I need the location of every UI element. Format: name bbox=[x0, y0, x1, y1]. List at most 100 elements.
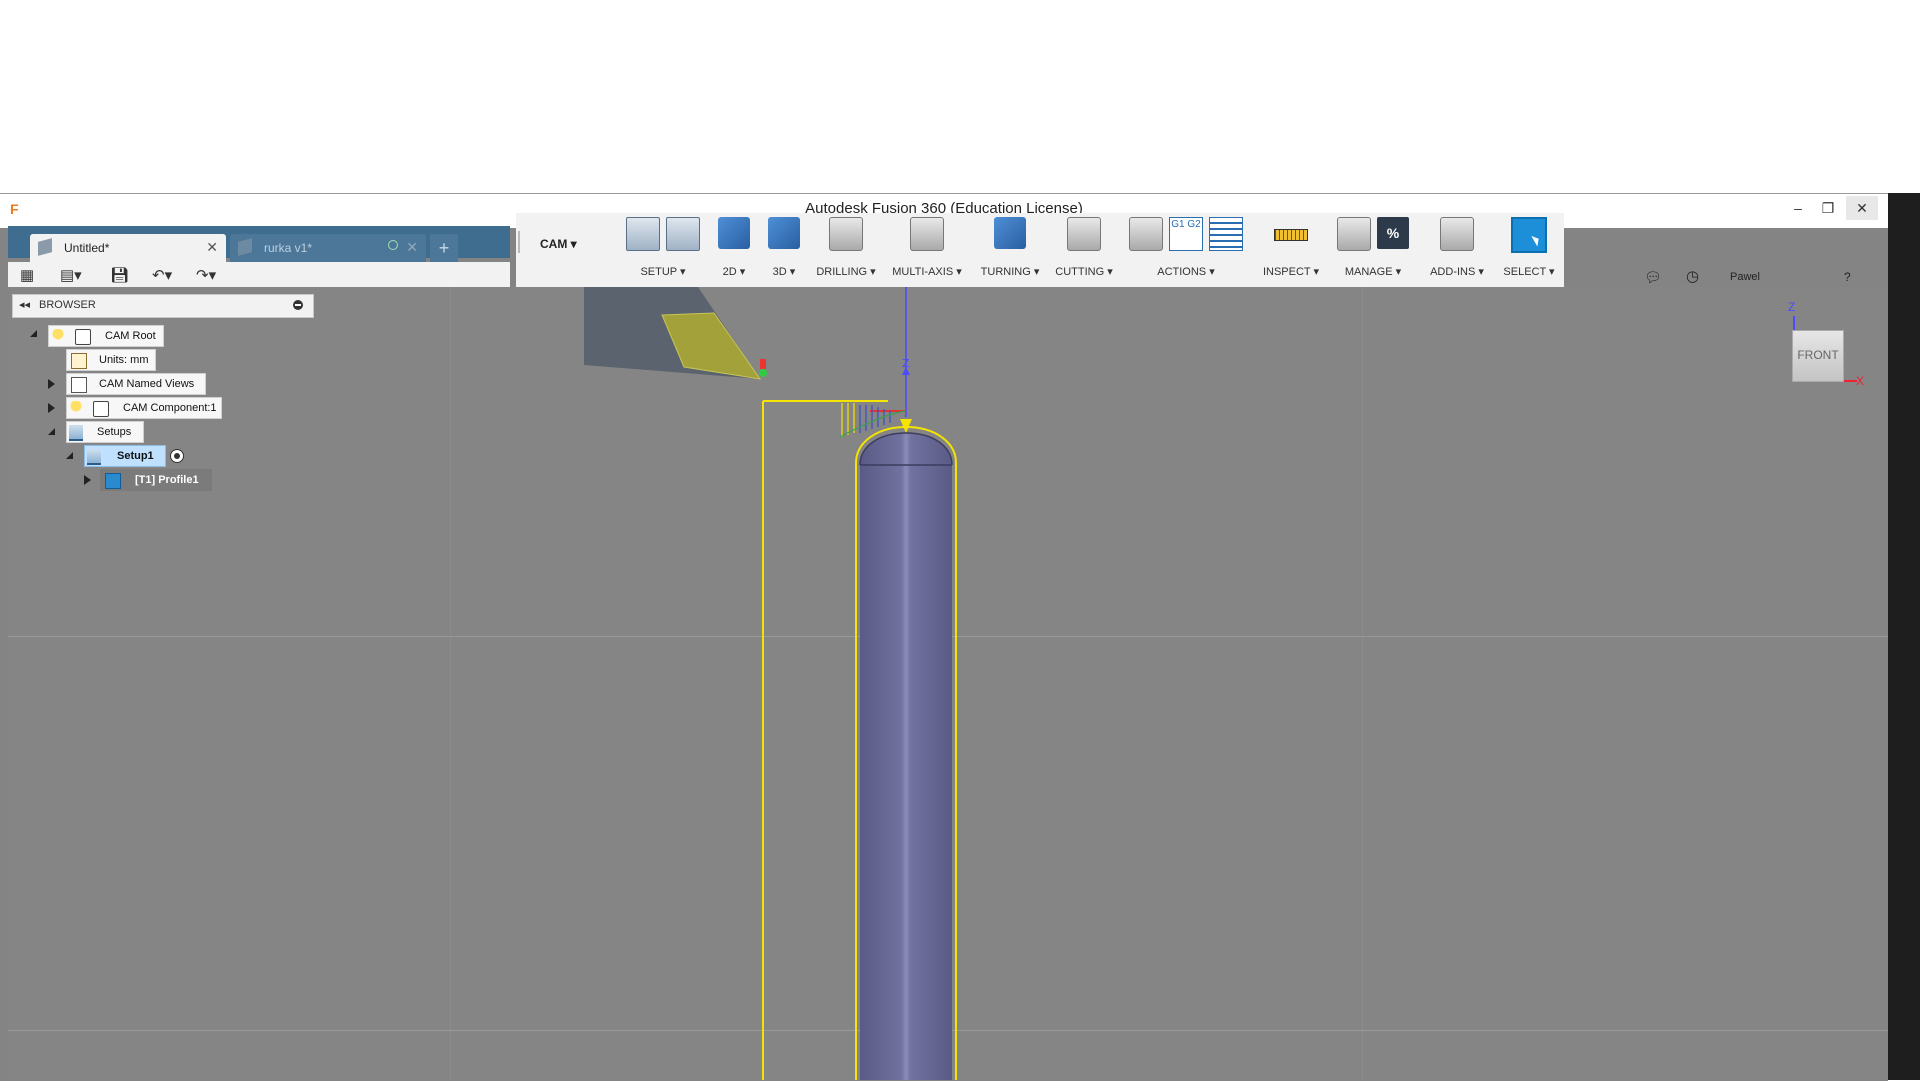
ribbon-group-turning[interactable]: TURNING ▾ bbox=[978, 213, 1042, 287]
tool-library-icon[interactable] bbox=[1337, 217, 1371, 251]
visibility-bulb-icon[interactable] bbox=[51, 329, 65, 343]
collapse-browser-icon[interactable]: ◂◂ bbox=[19, 298, 30, 311]
ribbon-group-drilling[interactable]: DRILLING ▾ bbox=[816, 213, 876, 287]
multi-axis-icon[interactable] bbox=[910, 217, 944, 251]
maximize-button[interactable]: ❐ bbox=[1812, 196, 1844, 220]
part-body bbox=[860, 433, 952, 1080]
multi-axis-menu-label[interactable]: MULTI-AXIS ▾ bbox=[888, 265, 966, 278]
tree-node-cam-component[interactable]: CAM Component:1 bbox=[66, 397, 222, 419]
manage-menu-label[interactable]: MANAGE ▾ bbox=[1334, 265, 1412, 278]
tab-band bbox=[8, 33, 1888, 81]
new-tab-button[interactable]: + bbox=[430, 234, 458, 262]
tab-label: Untitled* bbox=[64, 241, 110, 255]
ribbon-group-manage[interactable]: % MANAGE ▾ bbox=[1334, 213, 1412, 287]
redo-icon[interactable]: ↷▾ bbox=[196, 266, 216, 286]
2d-menu-label[interactable]: 2D ▾ bbox=[714, 265, 754, 278]
turning-profile-icon[interactable] bbox=[994, 217, 1026, 249]
viewcube-z-label: Z bbox=[1788, 300, 1796, 314]
ribbon-group-multi-axis[interactable]: MULTI-AXIS ▾ bbox=[888, 213, 966, 287]
ribbon-group-select[interactable]: SELECT ▾ bbox=[1498, 213, 1560, 287]
expand-profile-icon[interactable] bbox=[84, 475, 91, 485]
expand-setup1-icon[interactable] bbox=[66, 452, 73, 459]
setup-menu-label[interactable]: SETUP ▾ bbox=[622, 265, 704, 278]
select-window-icon[interactable] bbox=[1511, 217, 1547, 253]
tree-node-named-views[interactable]: CAM Named Views bbox=[66, 373, 206, 395]
tree-node-profile1[interactable]: [T1] Profile1 bbox=[100, 469, 212, 491]
close-window-button[interactable]: ✕ bbox=[1846, 196, 1878, 220]
workspace-label: CAM bbox=[540, 237, 568, 251]
3d-viewport[interactable]: Z bbox=[8, 287, 1888, 1080]
tree-node-setup1[interactable]: Setup1 bbox=[84, 445, 166, 467]
component-icon bbox=[93, 401, 109, 417]
minimize-button[interactable]: – bbox=[1782, 196, 1814, 220]
browser-options-icon[interactable] bbox=[293, 300, 303, 310]
sync-status-icon bbox=[388, 240, 398, 250]
viewcube-face-label: FRONT bbox=[1797, 348, 1839, 362]
tree-node-setups[interactable]: Setups bbox=[66, 421, 144, 443]
comments-icon[interactable]: 💬︎ bbox=[1644, 266, 1662, 288]
undo-icon[interactable]: ↶▾ bbox=[152, 266, 172, 286]
tree-node-cam-root[interactable]: CAM Root bbox=[48, 325, 164, 347]
ribbon-group-inspect[interactable]: INSPECT ▾ bbox=[1258, 213, 1324, 287]
workspace-switcher[interactable]: CAM ▾ bbox=[540, 237, 577, 251]
triad-z-label: Z bbox=[902, 357, 910, 370]
3d-menu-label[interactable]: 3D ▾ bbox=[764, 265, 804, 278]
ribbon-group-setup[interactable]: SETUP ▾ bbox=[622, 213, 704, 287]
actions-menu-label[interactable]: ACTIONS ▾ bbox=[1124, 265, 1248, 278]
visibility-bulb-icon[interactable] bbox=[69, 401, 83, 415]
3d-adaptive-icon[interactable] bbox=[768, 217, 800, 249]
select-menu-label[interactable]: SELECT ▾ bbox=[1498, 265, 1560, 278]
expand-setups-icon[interactable] bbox=[48, 428, 55, 435]
expand-component-icon[interactable] bbox=[48, 403, 55, 413]
inspect-menu-label[interactable]: INSPECT ▾ bbox=[1258, 265, 1324, 278]
browser-panel-header[interactable]: ◂◂ BROWSER bbox=[12, 294, 314, 318]
ribbon-group-add-ins[interactable]: ADD-INS ▾ bbox=[1424, 213, 1490, 287]
user-account-menu[interactable]: Pawel Kwiecien ▾ bbox=[1730, 266, 1774, 327]
close-tab-icon[interactable]: ✕ bbox=[406, 239, 418, 256]
drill-icon[interactable] bbox=[829, 217, 863, 251]
component-icon bbox=[75, 329, 91, 345]
ribbon-group-2d[interactable]: 2D ▾ bbox=[714, 213, 754, 287]
cam-scene: Z bbox=[584, 287, 957, 1080]
setup-folder-icon[interactable] bbox=[626, 217, 660, 251]
setup-sheet-list-icon[interactable] bbox=[1209, 217, 1243, 251]
tree-node-label: CAM Component:1 bbox=[123, 402, 217, 414]
expand-cam-root-icon[interactable] bbox=[30, 330, 37, 337]
help-menu[interactable]: ? ▾ bbox=[1844, 266, 1851, 306]
document-icon bbox=[238, 238, 252, 256]
save-icon[interactable]: 💾︎ bbox=[110, 266, 129, 286]
tab-label: rurka v1* bbox=[264, 241, 313, 255]
add-ins-menu-label[interactable]: ADD-INS ▾ bbox=[1424, 265, 1490, 278]
cutting-tool-icon[interactable] bbox=[1067, 217, 1101, 251]
tab-untitled[interactable]: Untitled* ✕ bbox=[30, 234, 226, 262]
profile-operation-icon bbox=[105, 473, 121, 489]
measure-ruler-icon[interactable] bbox=[1274, 229, 1308, 241]
tab-rurka[interactable]: rurka v1* ✕ bbox=[230, 234, 426, 262]
units-icon bbox=[71, 353, 87, 369]
setup-sheet-icon[interactable] bbox=[666, 217, 700, 251]
tree-node-units[interactable]: Units: mm bbox=[66, 349, 156, 371]
post-library-icon[interactable]: % bbox=[1377, 217, 1409, 249]
post-process-icon[interactable]: G1 G2 bbox=[1169, 217, 1203, 251]
job-status-clock-icon[interactable]: ◷ bbox=[1686, 266, 1699, 288]
browser-title: BROWSER bbox=[39, 299, 96, 311]
scripts-addins-icon[interactable] bbox=[1440, 217, 1474, 251]
activate-setup-icon[interactable] bbox=[170, 449, 184, 463]
tool-tip-marker bbox=[759, 369, 767, 377]
data-panel-grid-icon[interactable]: ▦ bbox=[20, 266, 34, 286]
ribbon-group-3d[interactable]: 3D ▾ bbox=[764, 213, 804, 287]
ribbon-separator bbox=[518, 231, 520, 253]
viewcube[interactable]: FRONT bbox=[1792, 330, 1844, 382]
cutting-menu-label[interactable]: CUTTING ▾ bbox=[1052, 265, 1116, 278]
drilling-menu-label[interactable]: DRILLING ▾ bbox=[816, 265, 876, 278]
simulate-icon[interactable] bbox=[1129, 217, 1163, 251]
ribbon-group-cutting[interactable]: CUTTING ▾ bbox=[1052, 213, 1116, 287]
desktop-edge bbox=[1888, 193, 1920, 1080]
ribbon-group-actions[interactable]: G1 G2 ACTIONS ▾ bbox=[1124, 213, 1248, 287]
close-tab-icon[interactable]: ✕ bbox=[206, 239, 218, 256]
2d-pocket-icon[interactable] bbox=[718, 217, 750, 249]
file-menu-icon[interactable]: ▤▾ bbox=[60, 266, 82, 286]
turning-menu-label[interactable]: TURNING ▾ bbox=[978, 265, 1042, 278]
tree-node-label: Units: mm bbox=[99, 354, 149, 366]
expand-named-views-icon[interactable] bbox=[48, 379, 55, 389]
